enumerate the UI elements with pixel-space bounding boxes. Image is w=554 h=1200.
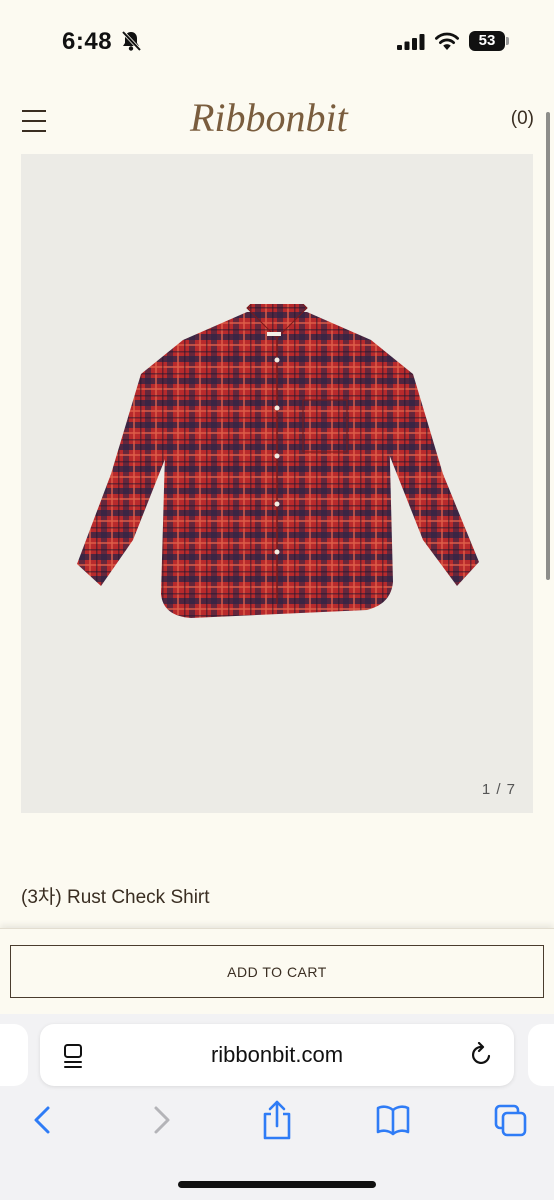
url-text[interactable]: ribbonbit.com (40, 1042, 514, 1068)
battery-level: 53 (469, 31, 505, 51)
tabs-overview-icon[interactable] (494, 1100, 528, 1140)
bookmarks-book-icon[interactable] (376, 1100, 410, 1140)
address-bar[interactable]: ribbonbit.com (40, 1024, 514, 1086)
reload-icon[interactable] (470, 1042, 494, 1068)
product-shirt-image (77, 304, 479, 618)
site-header: Ribbonbit (0) (0, 92, 554, 152)
status-time: 6:48 (62, 28, 113, 55)
next-tab-preview[interactable] (528, 1024, 554, 1086)
image-counter: 1 / 7 (481, 781, 516, 798)
product-title: (3차) Rust Check Shirt (21, 887, 210, 908)
wifi-icon (435, 32, 459, 50)
cellular-signal-icon (397, 34, 425, 50)
add-to-cart-button[interactable]: ADD TO CART (10, 945, 544, 998)
logo-text: Ribbonbit (190, 95, 348, 140)
status-bar: 6:48 53 (0, 0, 554, 80)
back-chevron-icon[interactable] (26, 1100, 60, 1140)
site-logo[interactable]: Ribbonbit (190, 94, 364, 150)
page-scrollbar[interactable] (546, 112, 550, 580)
product-image-carousel[interactable]: 1 / 7 (21, 154, 533, 813)
silent-bell-icon (121, 30, 142, 52)
forward-chevron-icon[interactable] (144, 1100, 178, 1140)
previous-tab-preview[interactable] (0, 1024, 28, 1086)
share-icon[interactable] (260, 1100, 294, 1140)
cart-count-link[interactable]: (0) (511, 108, 534, 130)
battery-icon: 53 (469, 31, 509, 51)
add-to-cart-bar: ADD TO CART (0, 928, 554, 1014)
browser-toolbar (0, 1100, 554, 1150)
hamburger-menu-icon[interactable] (22, 110, 46, 132)
browser-chrome: ribbonbit.com (0, 1014, 554, 1200)
home-indicator[interactable] (178, 1181, 376, 1188)
